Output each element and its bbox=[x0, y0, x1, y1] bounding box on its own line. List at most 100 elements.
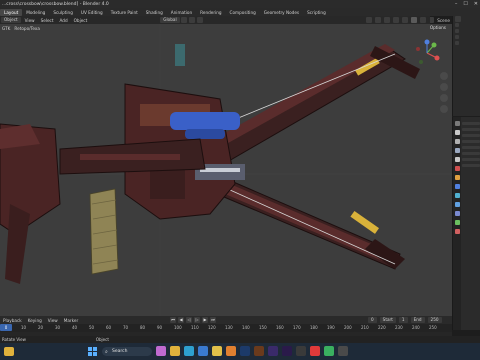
menu-playback[interactable]: Playback bbox=[0, 318, 25, 323]
weather-icon[interactable] bbox=[4, 347, 14, 356]
menu-marker[interactable]: Marker bbox=[61, 318, 81, 323]
timeline-ruler[interactable]: 0 10 20 30 40 50 60 70 80 90 100 110 120… bbox=[0, 324, 452, 332]
app-icon-spotify[interactable] bbox=[324, 346, 334, 356]
tab-geometry-nodes[interactable]: Geometry Nodes bbox=[260, 9, 303, 16]
start-frame-field[interactable]: 1 bbox=[398, 317, 408, 323]
pan-icon[interactable] bbox=[440, 83, 448, 91]
app-icon-photoshop[interactable] bbox=[240, 346, 250, 356]
next-keyframe-icon[interactable]: ▶ bbox=[202, 317, 208, 323]
play-reverse-icon[interactable]: ◁ bbox=[186, 317, 192, 323]
gizmo-toggle-icon[interactable] bbox=[375, 17, 381, 23]
tab-uv-editing[interactable]: UV Editing bbox=[77, 9, 107, 16]
object-icon[interactable] bbox=[455, 35, 459, 39]
end-frame-field[interactable]: 250 bbox=[427, 317, 442, 323]
menu-object[interactable]: Object bbox=[71, 18, 91, 23]
filter-icon[interactable] bbox=[455, 16, 461, 22]
menu-view[interactable]: View bbox=[22, 18, 38, 23]
overlay-icon[interactable] bbox=[384, 17, 390, 23]
ruler-tick: 140 bbox=[242, 325, 250, 330]
tab-texture-paint[interactable]: Texture Paint bbox=[107, 9, 142, 16]
view-layer-tab-icon[interactable] bbox=[454, 148, 460, 153]
properties-panel[interactable] bbox=[452, 117, 480, 330]
constraints-tab-icon[interactable] bbox=[454, 211, 460, 216]
physics-tab-icon[interactable] bbox=[454, 202, 460, 207]
app-icon-premiere[interactable] bbox=[282, 346, 292, 356]
menu-add[interactable]: Add bbox=[57, 18, 71, 23]
options-button[interactable]: Options bbox=[430, 25, 446, 30]
outliner-panel[interactable] bbox=[452, 16, 480, 116]
tab-layout[interactable]: Layout bbox=[0, 8, 23, 16]
ruler-tick: 180 bbox=[310, 325, 318, 330]
status-left-hint: Rotate View bbox=[2, 337, 26, 342]
snap-icon[interactable] bbox=[188, 17, 195, 23]
start-button[interactable] bbox=[88, 347, 97, 356]
output-tab-icon[interactable] bbox=[454, 139, 460, 144]
pivot-icon[interactable] bbox=[180, 17, 187, 23]
collection-icon[interactable] bbox=[455, 23, 459, 27]
material-shading-icon[interactable] bbox=[411, 17, 417, 23]
menu-keying[interactable]: Keying bbox=[25, 318, 45, 323]
viewport-toolbar: Object View Select Add Object Global bbox=[0, 16, 430, 24]
current-frame-field[interactable]: 0 bbox=[368, 317, 377, 323]
app-icon-illustrator[interactable] bbox=[254, 346, 264, 356]
ruler-tick: 20 bbox=[38, 325, 44, 330]
xray-icon[interactable] bbox=[393, 17, 399, 23]
app-icon-other[interactable] bbox=[338, 346, 348, 356]
ruler-tick: 160 bbox=[276, 325, 284, 330]
tab-scripting[interactable]: Scripting bbox=[303, 9, 330, 16]
app-icon-blender[interactable] bbox=[226, 346, 236, 356]
render-tab-icon[interactable] bbox=[454, 130, 460, 135]
solid-shading-icon[interactable] bbox=[402, 17, 408, 23]
tool-tab-icon[interactable] bbox=[454, 121, 460, 126]
app-icon-explorer[interactable] bbox=[170, 346, 180, 356]
ruler-tick: 120 bbox=[208, 325, 216, 330]
visibility-icon[interactable] bbox=[366, 17, 372, 23]
tab-modeling[interactable]: Modeling bbox=[22, 9, 49, 16]
app-icon-after-effects[interactable] bbox=[268, 346, 278, 356]
tab-compositing[interactable]: Compositing bbox=[226, 9, 260, 16]
ruler-tick: 50 bbox=[89, 325, 95, 330]
mode-selector[interactable]: Object bbox=[1, 17, 21, 23]
prev-keyframe-icon[interactable]: ◀ bbox=[178, 317, 184, 323]
tab-animation[interactable]: Animation bbox=[167, 9, 196, 16]
zoom-icon[interactable] bbox=[440, 72, 448, 80]
menu-select[interactable]: Select bbox=[38, 18, 57, 23]
3d-viewport[interactable]: GTK Retopo/Texa Options bbox=[0, 24, 452, 316]
modifier-tab-icon[interactable] bbox=[454, 184, 460, 189]
perspective-toggle-icon[interactable] bbox=[440, 105, 448, 113]
object-icon[interactable] bbox=[455, 29, 459, 33]
world-tab-icon[interactable] bbox=[454, 166, 460, 171]
jump-start-icon[interactable]: ⏮ bbox=[170, 317, 176, 323]
tab-shading[interactable]: Shading bbox=[142, 9, 167, 16]
minimize-icon[interactable]: – bbox=[455, 1, 458, 7]
scene-selector[interactable]: Scene bbox=[437, 18, 450, 23]
proportional-edit-icon[interactable] bbox=[196, 17, 203, 23]
maximize-icon[interactable]: ☐ bbox=[463, 1, 467, 7]
object-label[interactable]: Retopo/Texa bbox=[14, 26, 40, 31]
app-icon-chrome[interactable] bbox=[212, 346, 222, 356]
data-tab-icon[interactable] bbox=[454, 220, 460, 225]
navigation-gizmo[interactable] bbox=[412, 38, 442, 68]
orientation-selector[interactable]: Global bbox=[160, 17, 180, 23]
play-icon[interactable]: ▷ bbox=[194, 317, 200, 323]
scene-tab-icon[interactable] bbox=[454, 157, 460, 162]
app-icon-misc[interactable] bbox=[296, 346, 306, 356]
object-icon[interactable] bbox=[455, 41, 459, 45]
app-icon-media[interactable] bbox=[310, 346, 320, 356]
menu-timeline-view[interactable]: View bbox=[45, 318, 61, 323]
lower-limb-yellow-band bbox=[350, 210, 380, 234]
playhead[interactable]: 0 bbox=[0, 324, 12, 331]
close-icon[interactable]: ✕ bbox=[474, 1, 478, 7]
tab-sculpting[interactable]: Sculpting bbox=[49, 9, 77, 16]
app-icon-edge[interactable] bbox=[184, 346, 194, 356]
taskbar-search[interactable]: ⌕ Search bbox=[102, 347, 152, 356]
jump-end-icon[interactable]: ⏭ bbox=[210, 317, 216, 323]
material-tab-icon[interactable] bbox=[454, 229, 460, 234]
tab-rendering[interactable]: Rendering bbox=[196, 9, 225, 16]
particles-tab-icon[interactable] bbox=[454, 193, 460, 198]
app-icon-store[interactable] bbox=[198, 346, 208, 356]
object-tab-icon[interactable] bbox=[454, 175, 460, 180]
rendered-shading-icon[interactable] bbox=[420, 17, 426, 23]
camera-view-icon[interactable] bbox=[440, 94, 448, 102]
app-icon-copilot[interactable] bbox=[156, 346, 166, 356]
